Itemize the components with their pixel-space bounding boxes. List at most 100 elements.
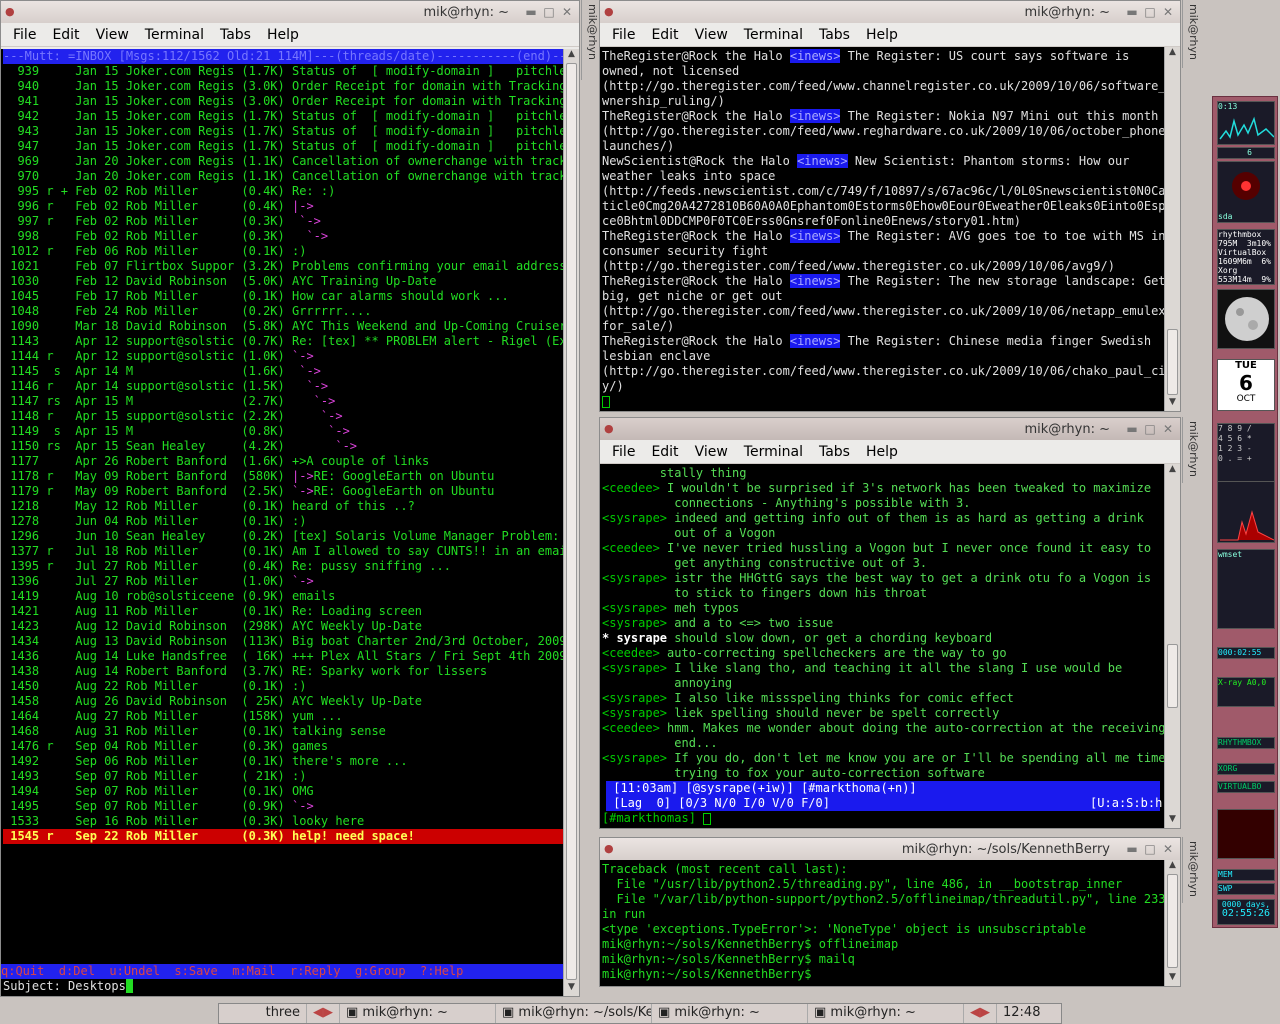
sidetab-news[interactable]: mik@rhyn — [1182, 0, 1200, 68]
mutt-titlebar[interactable]: ● mik@rhyn: ~ ▬ □ ✕ — [1, 1, 579, 23]
irc-input[interactable]: [#markthomas] — [602, 811, 1164, 826]
task-mutt[interactable]: ▣ mik@rhyn: ~ — [340, 1004, 496, 1023]
message-row[interactable]: 1179 r May 09 Robert Banford (2.5K) `->R… — [3, 484, 563, 499]
message-row[interactable]: 942 Jan 15 Joker.com Regis (1.7K) Status… — [3, 109, 563, 124]
message-row[interactable]: 1450 Aug 22 Rob Miller (0.1K) :) — [3, 679, 563, 694]
menu-tabs[interactable]: Tabs — [212, 23, 259, 46]
message-row[interactable]: 1419 Aug 10 rob@solsticeene (0.9K) email… — [3, 589, 563, 604]
message-row[interactable]: 940 Jan 15 Joker.com Regis (3.0K) Order … — [3, 79, 563, 94]
message-row[interactable]: 1145 s Apr 14 M (1.6K) `-> — [3, 364, 563, 379]
window-menu-icon[interactable]: ● — [604, 422, 618, 436]
message-row[interactable]: 970 Jan 20 Joker.com Regis (1.1K) Cancel… — [3, 169, 563, 184]
message-row[interactable]: 1147 rs Apr 15 M (2.7K) `-> — [3, 394, 563, 409]
menu-help[interactable]: Help — [858, 23, 906, 46]
menu-help[interactable]: Help — [858, 440, 906, 463]
message-row[interactable]: 943 Jan 15 Joker.com Regis (1.7K) Status… — [3, 124, 563, 139]
message-row[interactable]: 941 Jan 15 Joker.com Regis (3.0K) Order … — [3, 94, 563, 109]
message-row[interactable]: 1278 Jun 04 Rob Miller (0.1K) :) — [3, 514, 563, 529]
process-monitor[interactable]: rhythmbox 795M 3m10% VirtualBox 1609M6m … — [1217, 229, 1275, 285]
minimize-icon[interactable]: ▬ — [1126, 423, 1138, 435]
menu-terminal[interactable]: Terminal — [736, 440, 811, 463]
irc-scrollbar[interactable]: ▲ ▼ — [1164, 464, 1180, 828]
message-row[interactable]: 1476 r Sep 04 Rob Miller (0.3K) games — [3, 739, 563, 754]
maximize-icon[interactable]: □ — [1144, 843, 1156, 855]
message-row[interactable]: 1438 Aug 14 Robert Banford (3.7K) RE: Sp… — [3, 664, 563, 679]
desk-prev-icon[interactable]: ◀▶ — [307, 1004, 340, 1023]
menu-view[interactable]: View — [687, 440, 736, 463]
menu-file[interactable]: File — [604, 23, 643, 46]
selected-message[interactable]: 1545 r Sep 22 Rob Miller (0.3K) help! ne… — [3, 829, 563, 844]
window-menu-icon[interactable]: ● — [604, 5, 618, 19]
message-row[interactable]: 1495 Sep 07 Rob Miller (0.9K) `-> — [3, 799, 563, 814]
message-row[interactable]: 969 Jan 20 Joker.com Regis (1.1K) Cancel… — [3, 154, 563, 169]
message-row[interactable]: 947 Jan 15 Joker.com Regis (1.7K) Status… — [3, 139, 563, 154]
cpu-monitor[interactable]: 0:13 — [1217, 101, 1275, 145]
message-row[interactable]: 1434 Aug 13 David Robinson (113K) Big bo… — [3, 634, 563, 649]
sidetab-irc[interactable]: mik@rhyn — [1182, 417, 1200, 483]
message-row[interactable]: 1395 r Jul 27 Rob Miller (0.4K) Re: puss… — [3, 559, 563, 574]
close-icon[interactable]: ✕ — [1162, 6, 1174, 18]
close-icon[interactable]: ✕ — [561, 6, 573, 18]
message-row[interactable]: 1296 Jun 10 Sean Healey (0.2K) [tex] Sol… — [3, 529, 563, 544]
news-terminal[interactable]: TheRegister@Rock the Halo <inews> The Re… — [600, 47, 1164, 411]
message-row[interactable]: 1143 Apr 12 support@solstic (0.7K) Re: [… — [3, 334, 563, 349]
close-icon[interactable]: ✕ — [1162, 423, 1174, 435]
shell-titlebar[interactable]: ● mik@rhyn: ~/sols/KennethBerry ▬ □ ✕ — [600, 838, 1180, 860]
message-row[interactable]: 1468 Aug 31 Rob Miller (0.1K) talking se… — [3, 724, 563, 739]
menu-view[interactable]: View — [687, 23, 736, 46]
message-row[interactable]: 1048 Feb 24 Rob Miller (0.2K) Grrrrrr...… — [3, 304, 563, 319]
window-menu-icon[interactable]: ● — [5, 5, 19, 19]
window-menu-icon[interactable]: ● — [604, 842, 618, 856]
irc-terminal[interactable]: stally thing <ceedee> I wouldn't be surpr… — [600, 464, 1164, 828]
mutt-scrollbar[interactable]: ▲ ▼ — [563, 49, 579, 996]
subject-prompt[interactable]: Subject: Desktops_ — [3, 979, 563, 994]
mutt-terminal[interactable]: ---Mutt: =INBOX [Msgs:112/1562 Old:21 11… — [1, 49, 563, 996]
menu-edit[interactable]: Edit — [643, 440, 686, 463]
calendar[interactable]: TUE 6 OCT — [1217, 359, 1275, 411]
close-icon[interactable]: ✕ — [1162, 843, 1174, 855]
desktop-pager[interactable]: 6 — [1217, 147, 1275, 159]
menu-edit[interactable]: Edit — [643, 23, 686, 46]
message-row[interactable]: 1464 Aug 27 Rob Miller (158K) yum ... — [3, 709, 563, 724]
message-row[interactable]: 1148 r Apr 15 support@solstic (2.2K) `-> — [3, 409, 563, 424]
message-row[interactable]: 1150 rs Apr 15 Sean Healey (4.2K) `-> — [3, 439, 563, 454]
message-row[interactable]: 997 r Feb 02 Rob Miller (0.3K) `-> — [3, 214, 563, 229]
message-row[interactable]: 1045 Feb 17 Rob Miller (0.1K) How car al… — [3, 289, 563, 304]
task-shell[interactable]: ▣ mik@rhyn: ~/sols/Ke — [496, 1004, 652, 1023]
irc-titlebar[interactable]: ● mik@rhyn: ~ ▬ □ ✕ — [600, 418, 1180, 440]
hdd-monitor[interactable]: sda — [1217, 161, 1275, 223]
menu-view[interactable]: View — [88, 23, 137, 46]
menu-tabs[interactable]: Tabs — [811, 23, 858, 46]
shell-terminal[interactable]: Traceback (most recent call last): File … — [600, 860, 1164, 986]
message-row[interactable]: 1458 Aug 26 David Robinson ( 25K) AYC We… — [3, 694, 563, 709]
menu-help[interactable]: Help — [259, 23, 307, 46]
message-row[interactable]: 939 Jan 15 Joker.com Regis (1.7K) Status… — [3, 64, 563, 79]
message-row[interactable]: 1218 May 12 Rob Miller (0.1K) heard of t… — [3, 499, 563, 514]
menu-edit[interactable]: Edit — [44, 23, 87, 46]
news-scrollbar[interactable]: ▲ ▼ — [1164, 47, 1180, 411]
message-row[interactable]: 1146 r Apr 14 support@solstic (1.5K) `-> — [3, 379, 563, 394]
message-row[interactable]: 1396 Jul 27 Rob Miller (1.0K) `-> — [3, 574, 563, 589]
task-news[interactable]: ▣ mik@rhyn: ~ — [652, 1004, 808, 1023]
message-row[interactable]: 1030 Feb 12 David Robinson (5.0K) AYC Tr… — [3, 274, 563, 289]
minimize-icon[interactable]: ▬ — [1126, 6, 1138, 18]
menu-file[interactable]: File — [5, 23, 44, 46]
message-row[interactable]: 1423 Aug 12 David Robinson (298K) AYC We… — [3, 619, 563, 634]
message-row[interactable]: 1012 r Feb 06 Rob Miller (0.1K) :) — [3, 244, 563, 259]
menu-file[interactable]: File — [604, 440, 643, 463]
message-row[interactable]: 998 Feb 02 Rob Miller (0.3K) `-> — [3, 229, 563, 244]
maximize-icon[interactable]: □ — [543, 6, 555, 18]
message-row[interactable]: 1421 Aug 11 Rob Miller (0.1K) Re: Loadin… — [3, 604, 563, 619]
message-row[interactable]: 995 r + Feb 02 Rob Miller (0.4K) Re: :) — [3, 184, 563, 199]
message-row[interactable]: 1090 Mar 18 David Robinson (5.8K) AYC Th… — [3, 319, 563, 334]
message-row[interactable]: 1436 Aug 14 Luke Handsfree ( 16K) +++ Pl… — [3, 649, 563, 664]
desktop-name[interactable]: three — [219, 1004, 307, 1023]
message-row[interactable]: 1377 r Jul 18 Rob Miller (0.1K) Am I all… — [3, 544, 563, 559]
menu-tabs[interactable]: Tabs — [811, 440, 858, 463]
message-row[interactable]: 1492 Sep 06 Rob Miller (0.1K) there's mo… — [3, 754, 563, 769]
message-row[interactable]: 1533 Sep 16 Rob Miller (0.3K) looky here — [3, 814, 563, 829]
message-row[interactable]: 1177 Apr 26 Robert Banford (1.6K) +>A co… — [3, 454, 563, 469]
maximize-icon[interactable]: □ — [1144, 423, 1156, 435]
menu-terminal[interactable]: Terminal — [137, 23, 212, 46]
shell-scrollbar[interactable]: ▲ ▼ — [1164, 860, 1180, 986]
